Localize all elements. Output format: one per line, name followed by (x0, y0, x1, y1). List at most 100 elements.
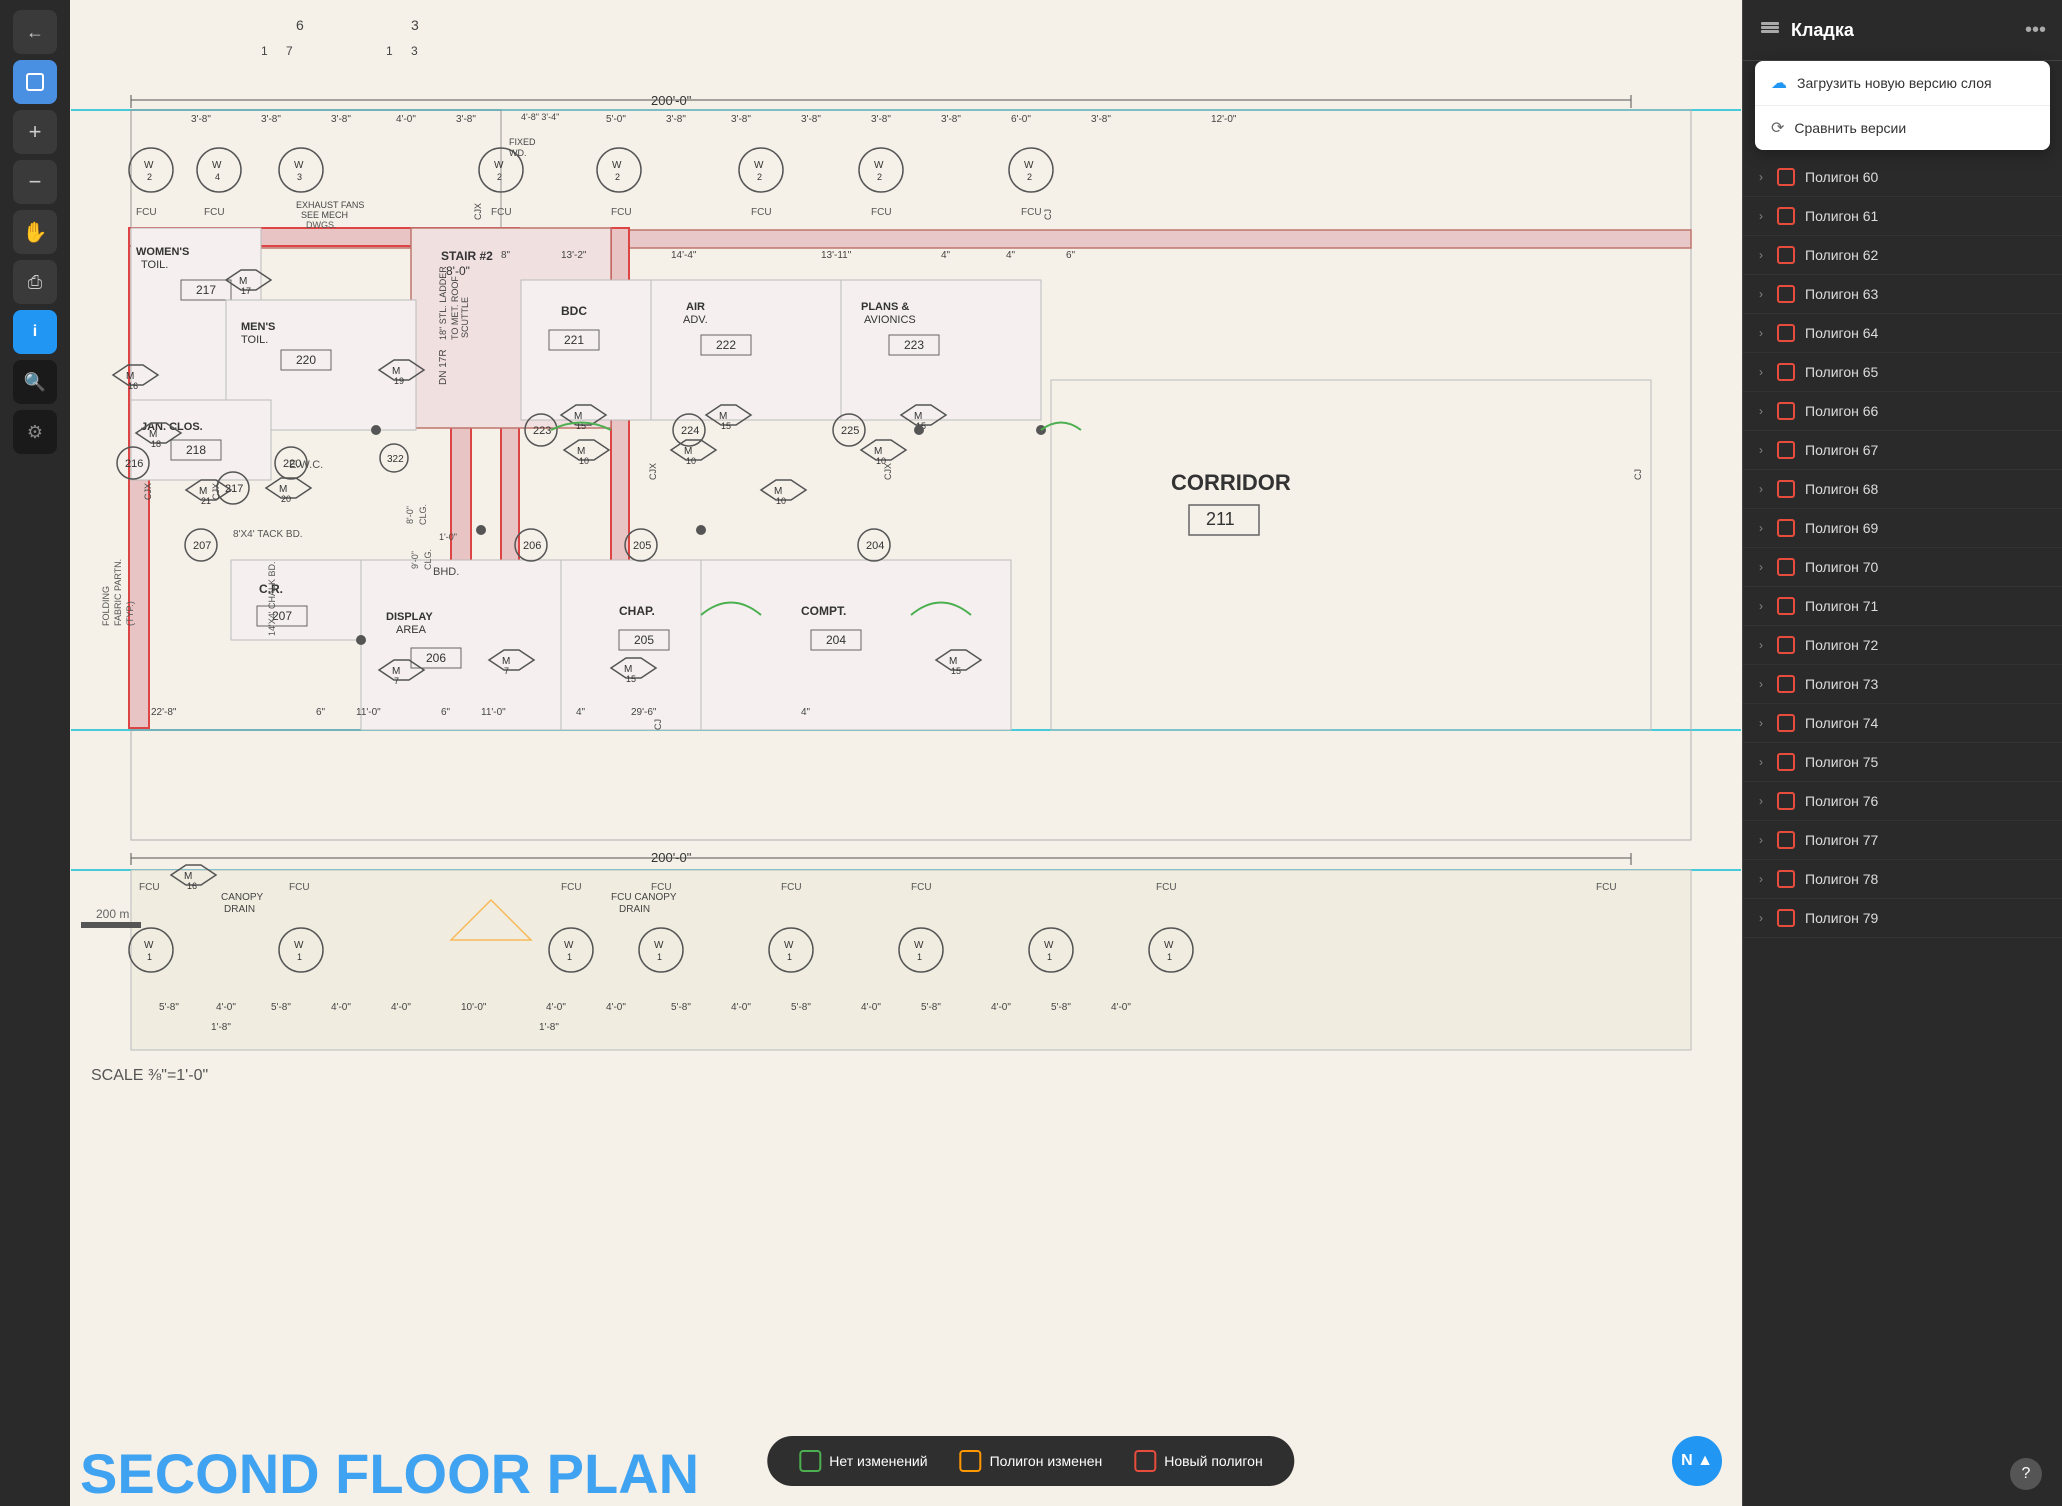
polygon-list-item[interactable]: › Полигон 73 (1743, 665, 2062, 704)
svg-text:10: 10 (776, 496, 786, 506)
polygon-list-item[interactable]: › Полигон 66 (1743, 392, 2062, 431)
polygon-checkbox[interactable] (1777, 324, 1795, 342)
polygon-checkbox[interactable] (1777, 168, 1795, 186)
svg-text:1: 1 (261, 44, 268, 58)
polygon-checkbox[interactable] (1777, 714, 1795, 732)
svg-text:6'-0": 6'-0" (1011, 114, 1031, 125)
info-button[interactable]: i (13, 310, 57, 354)
polygon-checkbox[interactable] (1777, 636, 1795, 654)
floor-plan-canvas[interactable]: STAIR #2 8'-0" WOMEN'S TOIL. 217 MEN'S T… (70, 0, 1742, 1506)
polygon-list-item[interactable]: › Полигон 67 (1743, 431, 2062, 470)
svg-text:4": 4" (941, 250, 951, 261)
svg-text:221: 221 (564, 333, 584, 347)
compare-versions-item[interactable]: ⟳ Сравнить версии (1755, 106, 2050, 150)
polygon-checkbox[interactable] (1777, 480, 1795, 498)
svg-text:W: W (654, 940, 664, 951)
polygon-label: Полигон 75 (1805, 754, 1878, 770)
left-toolbar: ← + − ✋ ⎙ i 🔍 ⚙ (0, 0, 70, 1506)
polygon-checkbox[interactable] (1777, 909, 1795, 927)
upload-version-item[interactable]: ☁ Загрузить новую версию слоя (1755, 61, 2050, 106)
polygon-checkbox[interactable] (1777, 441, 1795, 459)
polygon-checkbox[interactable] (1777, 597, 1795, 615)
svg-text:SEE MECH: SEE MECH (301, 210, 348, 220)
svg-text:FABRIC PARTN.: FABRIC PARTN. (113, 559, 123, 626)
polygon-label: Полигон 72 (1805, 637, 1878, 653)
polygon-list-item[interactable]: › Полигон 71 (1743, 587, 2062, 626)
polygon-list-item[interactable]: › Полигон 61 (1743, 197, 2062, 236)
polygon-list-item[interactable]: › Полигон 63 (1743, 275, 2062, 314)
polygon-list-item[interactable]: › Полигон 77 (1743, 821, 2062, 860)
polygon-list-item[interactable]: › Полигон 74 (1743, 704, 2062, 743)
svg-text:CLG.: CLG. (418, 504, 428, 525)
polygon-checkbox[interactable] (1777, 675, 1795, 693)
polygon-checkbox[interactable] (1777, 285, 1795, 303)
svg-text:8": 8" (501, 250, 511, 261)
polygon-checkbox[interactable] (1777, 792, 1795, 810)
help-button[interactable]: ? (2010, 1458, 2042, 1490)
svg-text:W: W (144, 940, 154, 951)
polygon-checkbox[interactable] (1777, 558, 1795, 576)
svg-text:3'-8": 3'-8" (731, 114, 751, 125)
polygon-list[interactable]: › Полигон 60 › Полигон 61 › Полигон 62 ›… (1743, 158, 2062, 1506)
svg-text:4'-0": 4'-0" (861, 1002, 881, 1013)
svg-text:4'-0": 4'-0" (331, 1002, 351, 1013)
svg-text:10: 10 (579, 456, 589, 466)
polygon-list-item[interactable]: › Полигон 60 (1743, 158, 2062, 197)
svg-text:5'-0": 5'-0" (606, 114, 626, 125)
polygon-list-item[interactable]: › Полигон 69 (1743, 509, 2062, 548)
cursor-button[interactable]: ✋ (13, 210, 57, 254)
polygon-list-item[interactable]: › Полигон 68 (1743, 470, 2062, 509)
zoom-out-button[interactable]: − (13, 160, 57, 204)
svg-text:DISPLAY: DISPLAY (386, 611, 433, 623)
svg-text:W: W (914, 940, 924, 951)
polygon-checkbox[interactable] (1777, 831, 1795, 849)
svg-text:224: 224 (681, 425, 699, 437)
sidebar-more-button[interactable]: ••• (2025, 19, 2046, 42)
svg-text:4: 4 (215, 172, 220, 182)
polygon-list-item[interactable]: › Полигон 62 (1743, 236, 2062, 275)
svg-text:15: 15 (721, 421, 731, 431)
print-button[interactable]: ⎙ (13, 260, 57, 304)
back-button[interactable]: ← (13, 10, 57, 54)
legend-changed: Полигон изменен (960, 1450, 1103, 1472)
svg-text:6": 6" (316, 707, 326, 718)
svg-text:PLANS &: PLANS & (861, 301, 909, 313)
svg-text:4'-0": 4'-0" (731, 1002, 751, 1013)
svg-text:4": 4" (1006, 250, 1016, 261)
search-button[interactable]: 🔍 (13, 360, 57, 404)
select-button[interactable] (13, 60, 57, 104)
polygon-list-item[interactable]: › Полигон 65 (1743, 353, 2062, 392)
polygon-list-item[interactable]: › Полигон 78 (1743, 860, 2062, 899)
polygon-checkbox[interactable] (1777, 753, 1795, 771)
polygon-list-item[interactable]: › Полигон 75 (1743, 743, 2062, 782)
svg-text:206: 206 (426, 651, 446, 665)
svg-text:16: 16 (128, 381, 138, 391)
svg-text:6": 6" (1066, 250, 1076, 261)
svg-text:CJ: CJ (1633, 469, 1643, 480)
svg-text:STAIR #2: STAIR #2 (441, 249, 493, 263)
svg-text:CJX: CJX (143, 483, 153, 500)
polygon-checkbox[interactable] (1777, 519, 1795, 537)
unchanged-label: Нет изменений (829, 1453, 927, 1469)
svg-text:BDC: BDC (561, 304, 587, 318)
svg-text:1'-0": 1'-0" (439, 532, 457, 542)
polygon-list-item[interactable]: › Полигон 70 (1743, 548, 2062, 587)
settings-button[interactable]: ⚙ (13, 410, 57, 454)
polygon-checkbox[interactable] (1777, 246, 1795, 264)
polygon-checkbox[interactable] (1777, 363, 1795, 381)
polygon-checkbox[interactable] (1777, 870, 1795, 888)
polygon-checkbox[interactable] (1777, 207, 1795, 225)
polygon-list-item[interactable]: › Полигон 76 (1743, 782, 2062, 821)
polygon-list-item[interactable]: › Полигон 79 (1743, 899, 2062, 938)
svg-text:16: 16 (187, 881, 197, 891)
polygon-label: Полигон 76 (1805, 793, 1878, 809)
svg-text:220: 220 (283, 458, 301, 470)
zoom-in-button[interactable]: + (13, 110, 57, 154)
svg-text:FCU: FCU (1021, 207, 1042, 218)
polygon-checkbox[interactable] (1777, 402, 1795, 420)
polygon-list-item[interactable]: › Полигон 72 (1743, 626, 2062, 665)
svg-text:4'-0": 4'-0" (1111, 1002, 1131, 1013)
svg-text:9'-0": 9'-0" (410, 551, 420, 569)
svg-text:4'-8" 3'-4": 4'-8" 3'-4" (521, 112, 559, 122)
polygon-list-item[interactable]: › Полигон 64 (1743, 314, 2062, 353)
